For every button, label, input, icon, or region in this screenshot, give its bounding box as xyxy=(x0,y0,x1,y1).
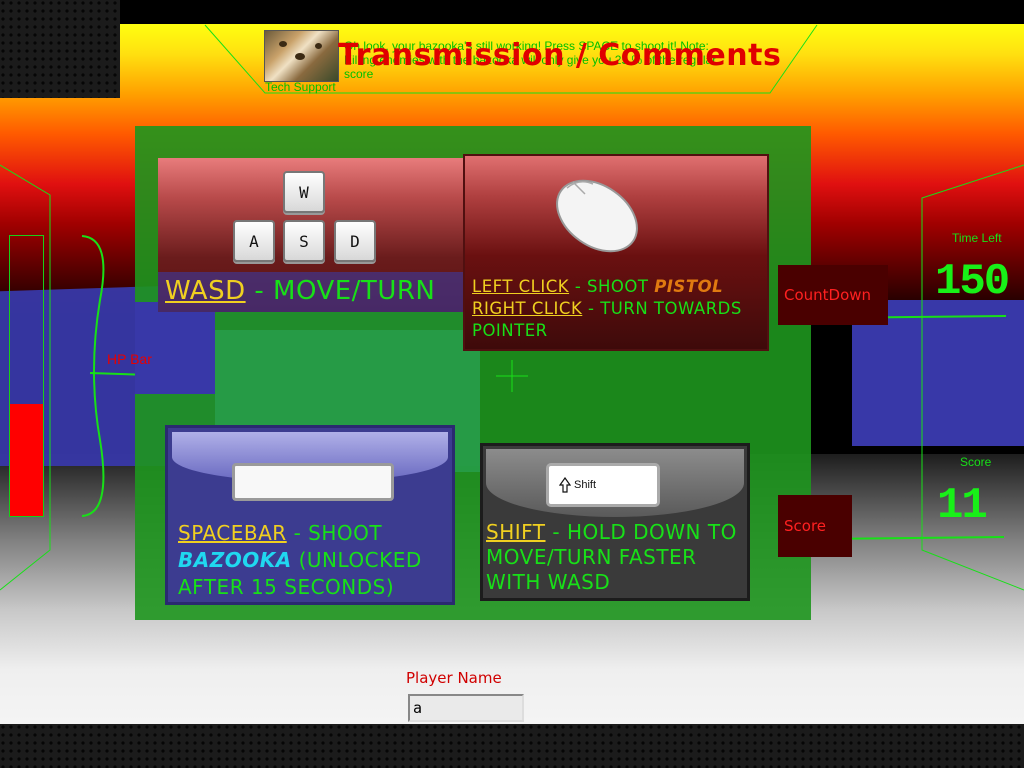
key-s: S xyxy=(283,220,325,262)
mouse-icon xyxy=(556,179,638,253)
wasd-action: - MOVE/TURN xyxy=(245,276,436,306)
shift-label: SHIFT xyxy=(486,520,546,544)
time-left-value: 150 xyxy=(935,257,1010,307)
key-a: A xyxy=(233,220,275,262)
crosshair-icon xyxy=(496,360,528,392)
spacebar-instruction: SPACEBAR - SHOOT BAZOOKA (UNLOCKED AFTER… xyxy=(178,520,450,601)
shift-arrow-icon xyxy=(559,477,571,493)
spacebar-label: SPACEBAR xyxy=(178,521,287,545)
player-name-input[interactable] xyxy=(408,694,524,722)
score-tag: Score xyxy=(778,495,852,557)
time-left-label: Time Left xyxy=(952,231,1002,245)
left-click-label: LEFT CLICK xyxy=(472,277,570,296)
shift-instruction: SHIFT - HOLD DOWN TO MOVE/TURN FASTER WI… xyxy=(486,520,748,595)
bazooka-label: BAZOOKA xyxy=(178,548,292,572)
countdown-tag: CountDown xyxy=(778,265,888,325)
shift-key-icon: Shift xyxy=(546,463,660,507)
transmission-title: Transmission / Comments xyxy=(338,38,782,73)
panel-wall-strip xyxy=(135,302,215,394)
left-click-action: - SHOOT xyxy=(569,277,655,296)
tech-support-avatar xyxy=(264,30,339,82)
transmission-sender: Tech Support xyxy=(265,80,336,94)
player-name-label: Player Name xyxy=(406,669,502,687)
shift-key-cap: Shift xyxy=(574,479,597,491)
spacebar-action: - SHOOT xyxy=(286,521,383,545)
wasd-key-label: WASD xyxy=(165,276,246,306)
right-click-label: RIGHT CLICK xyxy=(472,299,583,318)
key-d: D xyxy=(334,220,376,262)
mouse-instruction: LEFT CLICK - SHOOT PISTOL RIGHT CLICK - … xyxy=(472,276,768,342)
pistol-label: PISTOL xyxy=(654,277,724,296)
spacebar-key-icon xyxy=(232,463,394,501)
hp-bar-fill xyxy=(10,404,43,516)
score-value: 11 xyxy=(937,481,988,531)
score-label: Score xyxy=(960,455,992,469)
hp-bar-label: HP Bar xyxy=(107,351,152,367)
wasd-instruction: WASD - MOVE/TURN xyxy=(165,276,435,306)
key-w: W xyxy=(283,171,325,213)
